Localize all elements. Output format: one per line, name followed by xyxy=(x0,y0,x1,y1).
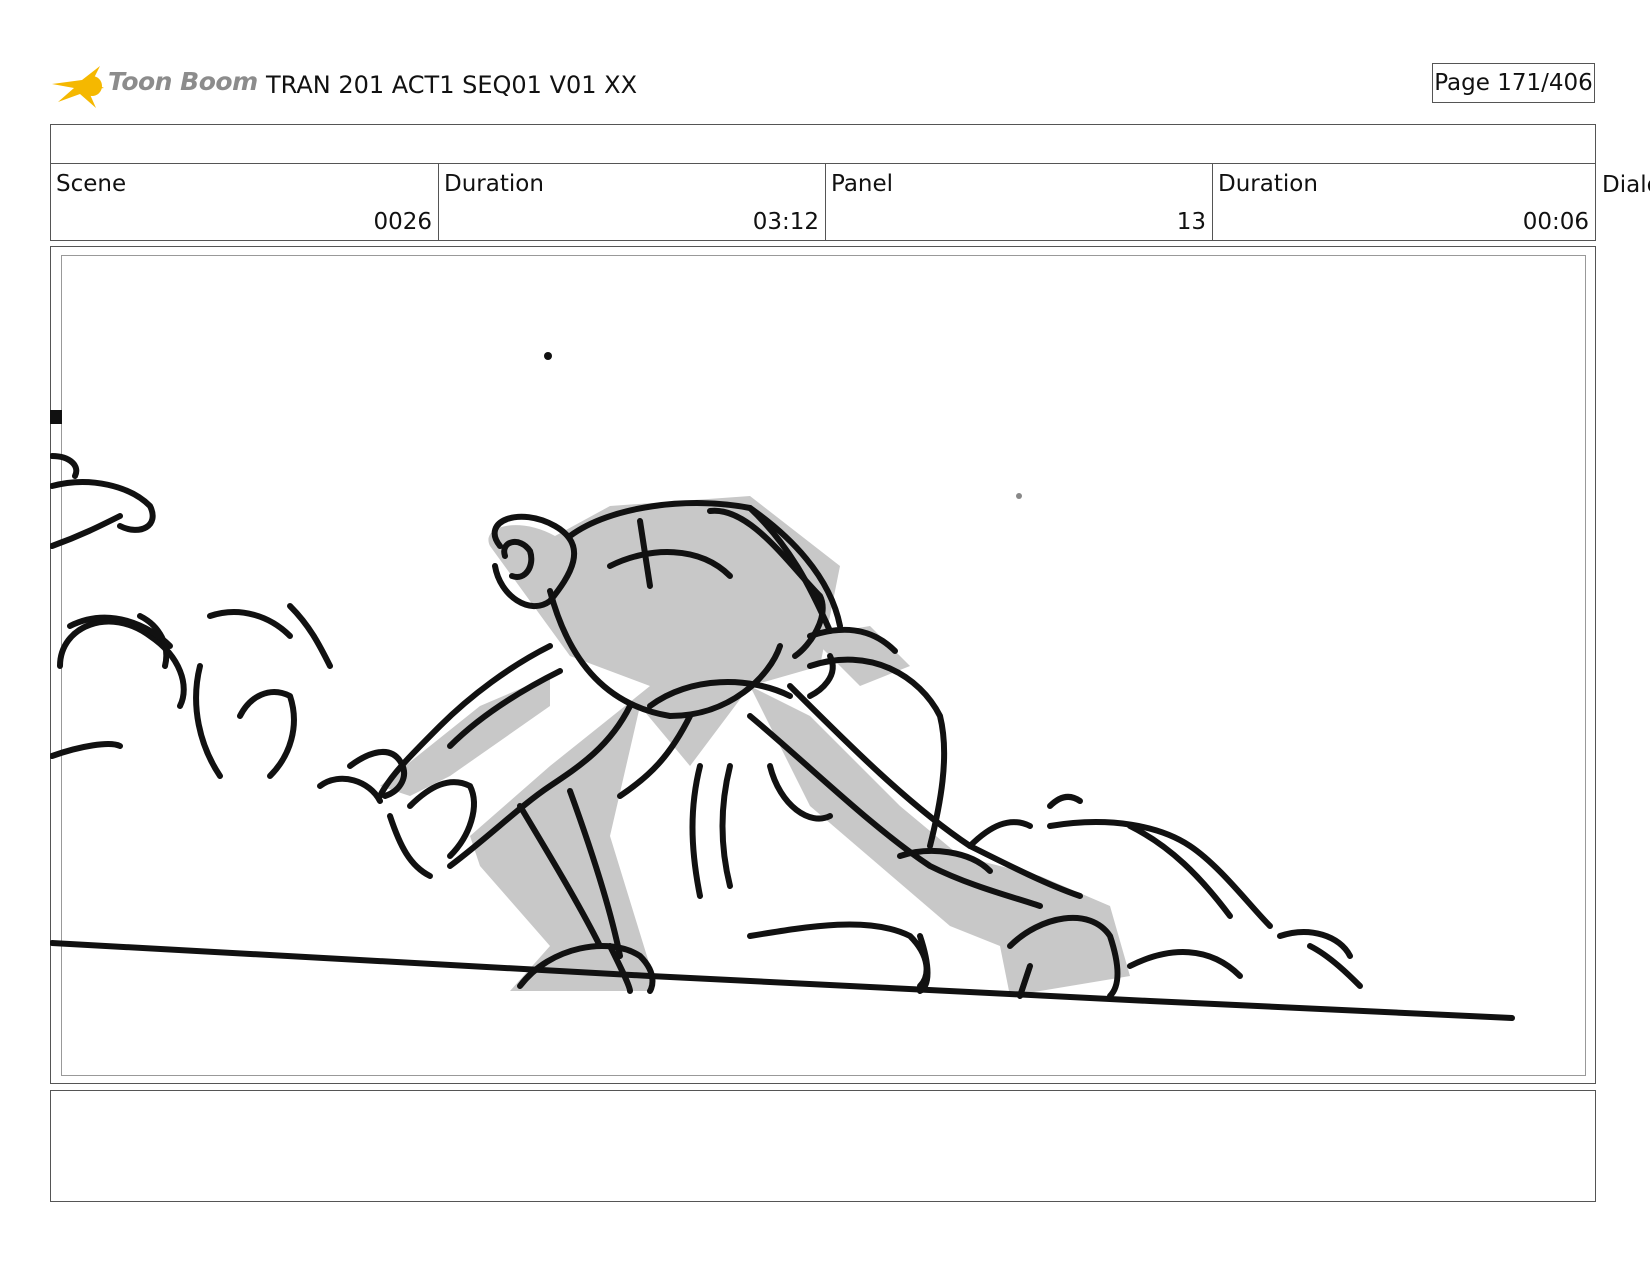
scene-label: Scene xyxy=(56,171,127,197)
scene-value: 0026 xyxy=(373,209,432,235)
scene-duration-cell: Duration 03:12 xyxy=(438,163,825,240)
panel-notes-box xyxy=(50,1090,1596,1202)
ink-dot-light xyxy=(1016,493,1022,499)
panel-duration-label: Duration xyxy=(1218,171,1318,197)
panel-cell: Panel 13 xyxy=(825,163,1212,240)
panel-duration-value: 00:06 xyxy=(1522,209,1589,235)
storyboard-sketch xyxy=(50,352,1515,1021)
panel-label: Panel xyxy=(831,171,894,197)
ink-dot xyxy=(544,352,552,360)
panel-duration-cell: Duration 00:06 xyxy=(1212,163,1595,240)
document-title: TRAN 201 ACT1 SEQ01 V01 XX xyxy=(266,71,638,99)
scene-duration-value: 03:12 xyxy=(752,209,819,235)
scene-cell: Scene 0026 xyxy=(51,163,438,240)
page-indicator: Page 171/406 xyxy=(1432,63,1595,103)
dialog-label: Dialog xyxy=(1602,172,1650,198)
panel-value: 13 xyxy=(1176,209,1206,235)
header-blank-row xyxy=(51,125,1595,164)
scene-duration-label: Duration xyxy=(444,171,544,197)
scene-info-table: Scene 0026 Duration 03:12 Panel 13 Durat… xyxy=(50,124,1596,241)
ink-mark xyxy=(50,410,62,424)
logo-text: Toon Boom xyxy=(108,67,258,96)
